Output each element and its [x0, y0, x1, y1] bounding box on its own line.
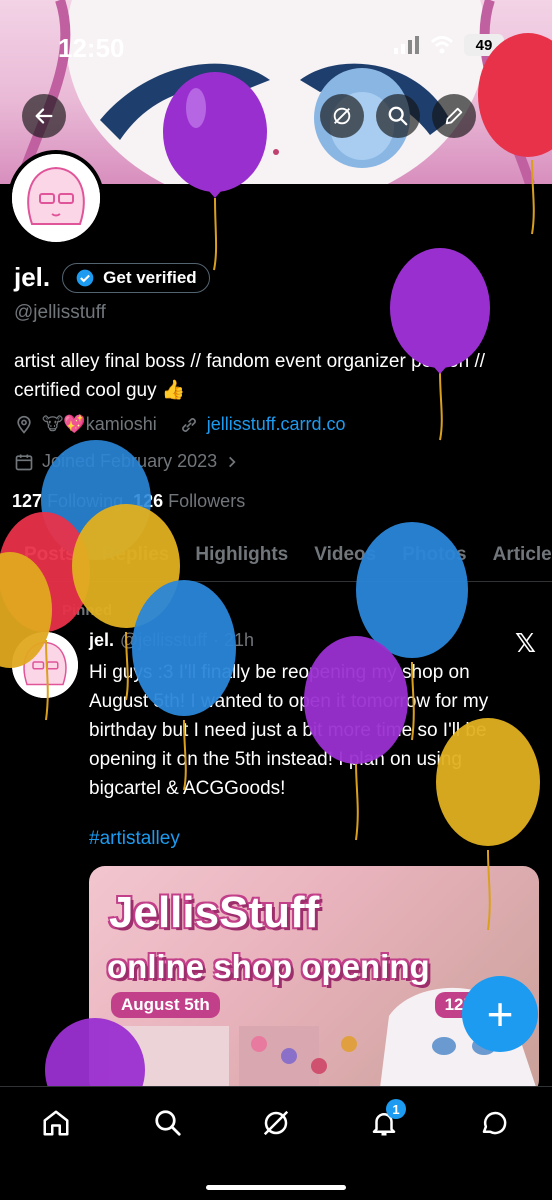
arrow-left-icon — [35, 108, 53, 124]
nav-grok[interactable] — [256, 1103, 296, 1143]
edit-button[interactable] — [432, 94, 476, 138]
image-subtitle: online shop opening — [107, 948, 430, 985]
nav-search[interactable] — [148, 1103, 188, 1143]
post-time: · 21h — [212, 630, 255, 650]
followers-count: 126 — [133, 491, 164, 511]
profile-joined: Joined February 2023 — [14, 451, 239, 472]
tab-photos[interactable]: Photos — [402, 544, 466, 566]
get-verified-label: Get verified — [103, 267, 197, 287]
post-image[interactable]: JellisStuff online shop opening August 5… — [89, 866, 539, 1096]
profile-avatar[interactable] — [8, 150, 104, 246]
home-indicator — [206, 1185, 346, 1190]
post-avatar-art — [12, 632, 78, 698]
post-author[interactable]: jel. — [89, 630, 114, 651]
display-name: jel. — [14, 262, 51, 292]
grok-icon — [263, 1110, 289, 1136]
share-button[interactable] — [486, 94, 530, 138]
signal-icon — [394, 36, 419, 54]
status-icons: 49 — [394, 34, 504, 56]
compose-icon — [445, 107, 463, 125]
back-button[interactable] — [22, 94, 66, 138]
grok-button[interactable] — [320, 94, 364, 138]
avatar-art — [12, 154, 100, 242]
tab-highlights[interactable]: Highlights — [195, 544, 288, 566]
compose-fab[interactable]: + — [462, 976, 538, 1052]
balloon-icon — [390, 248, 490, 441]
post-hashtag[interactable]: #artistalley — [89, 828, 180, 850]
tab-replies[interactable]: Replies — [102, 544, 170, 566]
followers-label: Followers — [168, 491, 246, 511]
followers-link[interactable]: 126 Followers — [133, 491, 245, 512]
home-icon — [43, 1110, 69, 1136]
x-logo-icon: 𝕏 — [515, 628, 536, 658]
joined-date: Joined February 2023 — [42, 451, 218, 471]
nav-notifications[interactable]: 1 — [364, 1099, 406, 1143]
nav-home[interactable] — [36, 1103, 76, 1143]
post-header: jel. @jellisstuff · 21h — [89, 630, 254, 651]
get-verified-button[interactable]: Get verified — [62, 262, 210, 293]
status-bar: 12:50 49 — [0, 0, 552, 80]
messages-icon — [482, 1111, 507, 1135]
verified-badge-icon — [76, 269, 94, 286]
post-handle: @jellisstuff — [120, 630, 207, 650]
post-text: Hi guys :3 I'll finally be reopening my … — [89, 662, 489, 799]
avatar-image — [12, 154, 100, 242]
link-icon — [181, 417, 196, 432]
pinned-label: Pinned — [62, 602, 113, 619]
chevron-right-icon — [229, 456, 236, 467]
tab-articles[interactable]: Articles — [493, 544, 552, 566]
tab-posts[interactable]: Posts — [24, 544, 76, 566]
nav-messages[interactable] — [474, 1103, 514, 1143]
profile-website-link[interactable]: jellisstuff.carrd.co — [207, 414, 346, 435]
search-button[interactable] — [376, 94, 420, 138]
following-link[interactable]: 127 Following — [12, 491, 123, 512]
image-date: August 5th — [111, 992, 220, 1018]
tab-videos[interactable]: Videos — [314, 544, 376, 566]
search-icon — [388, 106, 408, 126]
notification-badge: 1 — [386, 1099, 406, 1119]
following-label: Following — [47, 491, 124, 511]
wifi-icon — [430, 36, 454, 54]
profile-location: 🐮💖kamioshi — [42, 414, 157, 434]
search-icon — [155, 1110, 181, 1136]
following-count: 127 — [12, 491, 43, 511]
grok-icon — [333, 107, 351, 125]
image-title: JellisStuff — [109, 888, 320, 937]
profile-handle: @jellisstuff — [14, 302, 106, 323]
post-avatar[interactable] — [12, 632, 78, 698]
location-icon — [17, 415, 31, 434]
name-row: jel. Get verified — [14, 262, 210, 293]
share-icon — [499, 106, 517, 125]
bottom-nav: 1 — [0, 1086, 552, 1200]
plus-icon: + — [486, 988, 514, 1040]
profile-meta: 🐮💖kamioshi jellisstuff.carrd.co — [14, 414, 345, 435]
battery-indicator: 49 — [464, 34, 504, 56]
follow-counts: 127 Following 126 Followers — [12, 491, 245, 512]
status-time: 12:50 — [58, 33, 125, 63]
calendar-icon — [15, 454, 33, 470]
profile-bio: artist alley final boss // fandom event … — [14, 351, 486, 401]
profile-tabs: Posts Replies Highlights Videos Photos A… — [0, 528, 552, 582]
